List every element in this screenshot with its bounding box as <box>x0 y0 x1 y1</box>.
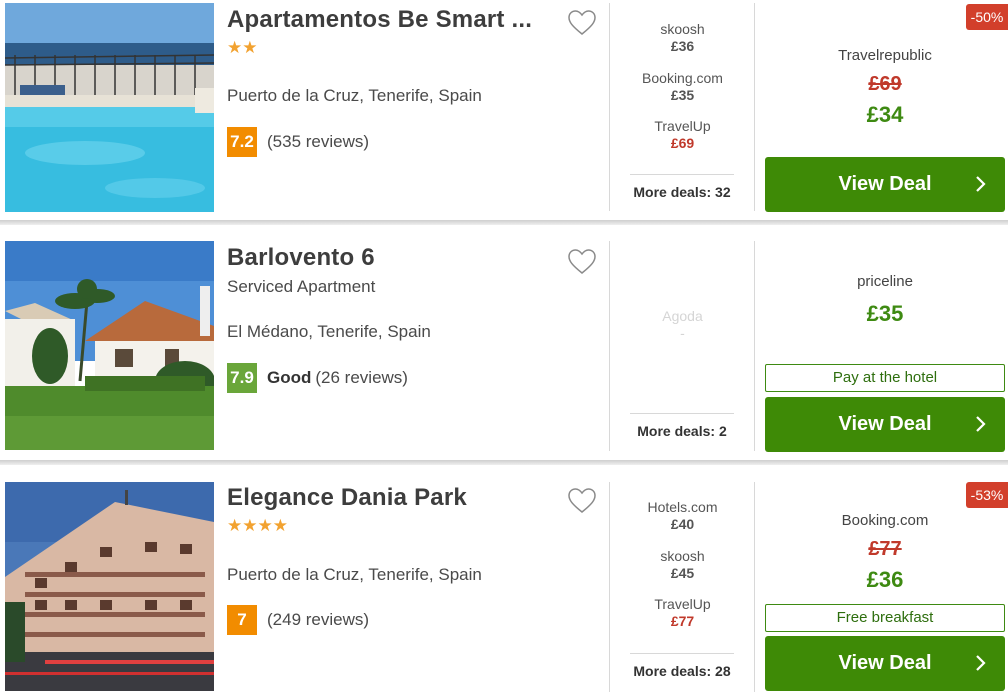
hotel-photo[interactable] <box>5 482 214 691</box>
deal-item[interactable]: TravelUp £69 <box>612 118 753 152</box>
hotel-card: Barlovento 6 Serviced Apartment El Médan… <box>0 238 1008 460</box>
deal-feature-badge: Free breakfast <box>765 604 1005 632</box>
score-word: Good <box>267 368 312 387</box>
best-deal-provider[interactable]: priceline <box>765 273 1005 290</box>
best-price[interactable]: £35 <box>765 301 1005 327</box>
view-deal-button[interactable]: View Deal <box>765 636 1005 691</box>
best-price[interactable]: £34 <box>765 102 1005 128</box>
review-count[interactable]: (249 reviews) <box>267 610 369 630</box>
hotel-photo[interactable] <box>5 3 214 212</box>
review-rating: 7.2 (535 reviews) <box>227 127 369 157</box>
property-type: Serviced Apartment <box>227 277 376 296</box>
review-count[interactable]: (26 reviews) <box>315 368 408 388</box>
hotel-card: Elegance Dania Park ★★★★ Puerto de la Cr… <box>0 478 1008 698</box>
discount-badge: -53% <box>966 482 1008 508</box>
star-rating: ★★ <box>227 38 258 57</box>
score-badge: 7.2 <box>227 127 257 157</box>
chevron-right-icon <box>976 176 986 192</box>
deal-item[interactable]: TravelUp £77 <box>612 596 753 630</box>
card-separator <box>0 220 1008 225</box>
review-rating: 7.9 Good (26 reviews) <box>227 363 408 393</box>
heart-outline-icon[interactable] <box>568 488 596 514</box>
hotel-location: Puerto de la Cruz, Tenerife, Spain <box>227 565 482 584</box>
deal-item[interactable]: Hotels.com £40 <box>612 499 753 533</box>
view-deal-button[interactable]: View Deal <box>765 397 1005 452</box>
original-price: £69 <box>868 73 902 95</box>
divider <box>609 3 610 211</box>
heart-outline-icon[interactable] <box>568 249 596 275</box>
heart-outline-icon[interactable] <box>568 10 596 36</box>
best-deal-provider[interactable]: Booking.com <box>765 512 1005 529</box>
hotel-card: Apartamentos Be Smart ... ★★ Puerto de l… <box>0 0 1008 220</box>
card-separator <box>0 460 1008 465</box>
view-deal-button[interactable]: View Deal <box>765 157 1005 212</box>
divider <box>754 3 755 211</box>
deal-price: £36 <box>670 38 695 54</box>
more-deals-link[interactable]: More deals: 2 <box>630 413 734 439</box>
hotel-location: El Médano, Tenerife, Spain <box>227 322 431 341</box>
deal-provider: TravelUp <box>654 118 711 134</box>
hotel-name[interactable]: Barlovento 6 <box>227 244 375 272</box>
deal-price: £77 <box>670 613 695 629</box>
deal-price: £69 <box>670 135 695 151</box>
star-rating: ★★★★ <box>227 516 288 535</box>
divider <box>754 241 755 451</box>
divider <box>609 482 610 692</box>
button-label: View Deal <box>838 652 932 674</box>
hotel-location: Puerto de la Cruz, Tenerife, Spain <box>227 86 482 105</box>
review-rating: 7 (249 reviews) <box>227 605 369 635</box>
button-label: View Deal <box>838 173 932 195</box>
deal-price: £35 <box>670 87 695 103</box>
best-deal-provider[interactable]: Travelrepublic <box>765 47 1005 64</box>
more-deals-link[interactable]: More deals: 28 <box>630 653 734 679</box>
button-label: View Deal <box>838 413 932 435</box>
score-badge: 7.9 <box>227 363 257 393</box>
divider <box>754 482 755 692</box>
deal-provider: skoosh <box>660 548 705 564</box>
deal-price: £45 <box>670 565 695 581</box>
deal-provider: Booking.com <box>642 70 723 86</box>
hotel-name[interactable]: Elegance Dania Park <box>227 484 467 512</box>
deal-item[interactable]: Booking.com £35 <box>612 70 753 104</box>
deal-provider: Agoda <box>662 308 703 324</box>
deal-price: £40 <box>670 516 695 532</box>
deal-item[interactable]: skoosh £36 <box>612 21 753 55</box>
deal-provider: TravelUp <box>654 596 711 612</box>
chevron-right-icon <box>976 655 986 671</box>
deal-feature-badge: Pay at the hotel <box>765 364 1005 392</box>
original-price: £77 <box>868 538 902 560</box>
hotel-photo[interactable] <box>5 241 214 450</box>
deal-item[interactable]: skoosh £45 <box>612 548 753 582</box>
review-count[interactable]: (535 reviews) <box>267 132 369 152</box>
score-badge: 7 <box>227 605 257 635</box>
divider <box>609 241 610 451</box>
discount-badge: -50% <box>966 4 1008 30</box>
hotel-name[interactable]: Apartamentos Be Smart ... <box>227 6 532 34</box>
best-price[interactable]: £36 <box>765 567 1005 593</box>
more-deals-link[interactable]: More deals: 32 <box>630 174 734 200</box>
deal-price: - <box>680 325 685 341</box>
deal-item: Agoda - <box>612 308 753 342</box>
deal-provider: skoosh <box>660 21 705 37</box>
chevron-right-icon <box>976 416 986 432</box>
deal-provider: Hotels.com <box>647 499 718 515</box>
